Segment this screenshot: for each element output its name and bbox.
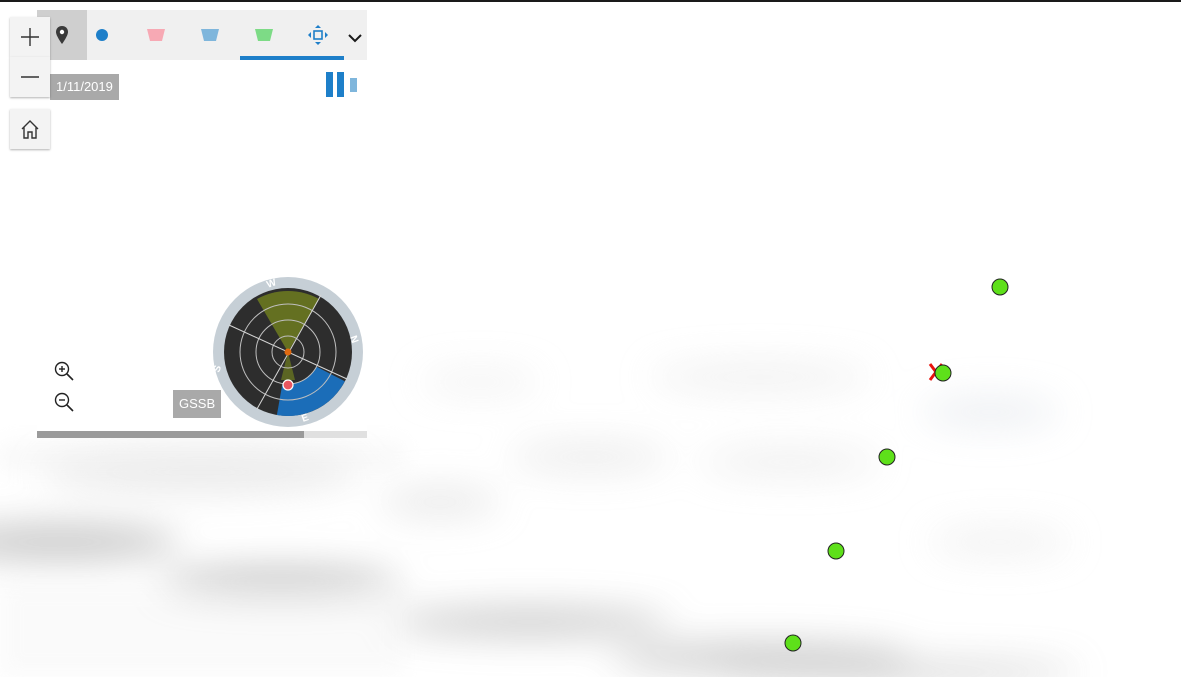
active-tool-indicator bbox=[240, 56, 344, 60]
map-pin-icon bbox=[56, 26, 68, 44]
minus-icon bbox=[21, 76, 39, 78]
radar-compass[interactable]: W N E S bbox=[211, 275, 365, 429]
radar-target-dot bbox=[282, 379, 294, 391]
blue-layer-tool-button[interactable] bbox=[185, 10, 235, 60]
green-trapezoid-icon bbox=[255, 29, 273, 41]
date-label: 1/11/2019 bbox=[50, 74, 119, 100]
pink-layer-tool-button[interactable] bbox=[131, 10, 181, 60]
plus-icon bbox=[21, 28, 39, 46]
timeline-progress-fill bbox=[37, 431, 305, 438]
zoom-in-button[interactable] bbox=[10, 17, 50, 57]
blue-trapezoid-icon bbox=[201, 29, 219, 41]
chevron-down-icon bbox=[348, 34, 362, 43]
green-layer-tool-button[interactable] bbox=[239, 10, 289, 60]
zoom-out-icon[interactable] bbox=[53, 391, 75, 413]
pan-tool-button[interactable] bbox=[293, 10, 343, 60]
move-arrows-icon bbox=[308, 25, 328, 45]
radar-center-dot bbox=[284, 348, 292, 356]
info-panel: 1/11/2019 GSSB W N E S bbox=[37, 10, 367, 438]
zoom-out-button[interactable] bbox=[10, 57, 50, 97]
home-icon bbox=[21, 120, 39, 139]
bar-chart-icon[interactable] bbox=[325, 70, 359, 98]
zoom-in-icon[interactable] bbox=[53, 360, 75, 382]
pink-trapezoid-icon bbox=[147, 29, 165, 41]
station-marker[interactable] bbox=[876, 446, 898, 468]
layer-toolbar bbox=[37, 10, 367, 60]
station-marker[interactable] bbox=[825, 540, 847, 562]
home-button[interactable] bbox=[10, 109, 50, 149]
more-tools-button[interactable] bbox=[343, 26, 367, 50]
station-marker[interactable] bbox=[989, 276, 1011, 298]
point-tool-button[interactable] bbox=[77, 10, 127, 60]
timeline-progress[interactable] bbox=[37, 431, 367, 438]
selected-station-marker[interactable] bbox=[926, 360, 956, 386]
station-marker[interactable] bbox=[782, 632, 804, 654]
blue-dot-icon bbox=[96, 29, 108, 41]
